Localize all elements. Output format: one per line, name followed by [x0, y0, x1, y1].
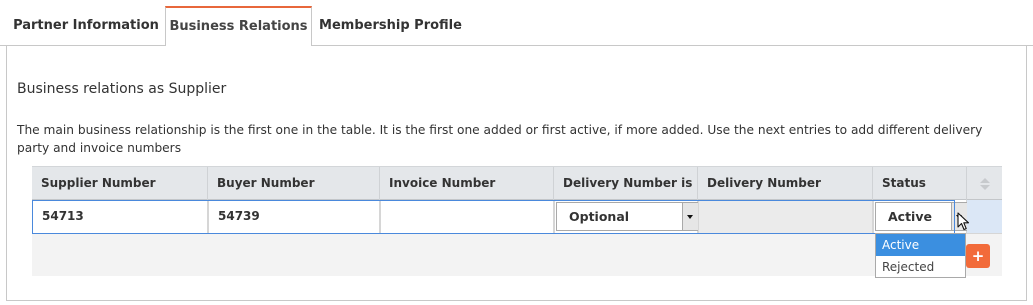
plus-icon: + — [971, 247, 985, 265]
tab-partner-information[interactable]: Partner Information — [8, 6, 164, 45]
status-dropdown-list: Active Rejected — [875, 233, 966, 278]
cell-delivery-number — [698, 200, 873, 233]
column-header-supplier-number[interactable]: Supplier Number — [32, 167, 208, 200]
column-header-delivery-number[interactable]: Delivery Number — [698, 167, 873, 200]
cell-invoice-number[interactable] — [380, 200, 554, 233]
column-header-invoice-number[interactable]: Invoice Number — [380, 167, 554, 200]
mouse-cursor-icon — [957, 212, 970, 231]
delivery-number-is-value: Optional — [569, 209, 630, 224]
row-action-cell — [967, 200, 1002, 233]
sort-icon[interactable] — [967, 167, 1002, 200]
section-title: Business relations as Supplier — [17, 81, 227, 97]
status-select[interactable]: Active — [875, 202, 968, 231]
column-header-buyer-number[interactable]: Buyer Number — [208, 167, 380, 200]
column-header-delivery-number-is[interactable]: Delivery Number is — [554, 167, 698, 200]
status-option-rejected[interactable]: Rejected — [876, 256, 965, 278]
business-relations-grid: Supplier Number Buyer Number Invoice Num… — [32, 166, 1002, 276]
column-header-status[interactable]: Status — [873, 167, 967, 200]
tab-business-relations[interactable]: Business Relations — [165, 6, 312, 46]
tab-bar: Partner Information Business Relations M… — [0, 0, 1033, 46]
chevron-down-icon[interactable] — [682, 203, 698, 230]
delivery-number-is-select[interactable]: Optional — [556, 202, 699, 231]
table-row[interactable]: 54713 54739 Optional Active — [32, 200, 1002, 234]
cell-buyer-number[interactable]: 54739 — [208, 200, 380, 233]
section-description: The main business relationship is the fi… — [17, 123, 983, 155]
add-row-button[interactable]: + — [966, 244, 990, 268]
tab-membership-profile[interactable]: Membership Profile — [313, 6, 468, 45]
grid-header: Supplier Number Buyer Number Invoice Num… — [32, 166, 1002, 200]
cell-delivery-number-is: Optional — [554, 200, 699, 233]
cell-supplier-number[interactable]: 54713 — [32, 200, 208, 233]
status-option-active[interactable]: Active — [876, 234, 965, 256]
cell-status: Active — [873, 200, 968, 233]
status-value: Active — [888, 209, 932, 224]
